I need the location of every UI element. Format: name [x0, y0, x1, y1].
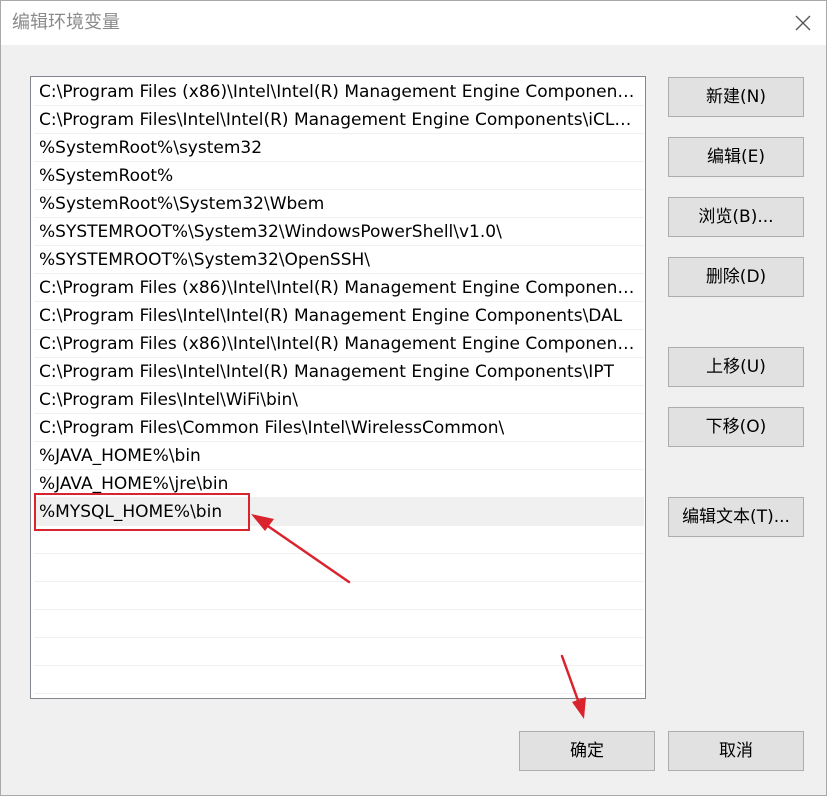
list-item[interactable]: C:\Program Files (x86)\Intel\Intel(R) Ma…: [34, 330, 644, 358]
list-item-empty[interactable]: [34, 526, 644, 554]
dialog-title: 编辑环境变量: [12, 12, 120, 33]
path-listbox[interactable]: C:\Program Files (x86)\Intel\Intel(R) Ma…: [30, 76, 646, 699]
list-item[interactable]: %SYSTEMROOT%\System32\WindowsPowerShell\…: [34, 218, 644, 246]
list-item[interactable]: C:\Program Files\Common Files\Intel\Wire…: [34, 414, 644, 442]
title-bar: 编辑环境变量: [1, 1, 826, 45]
list-item-empty[interactable]: [34, 666, 644, 694]
list-item-selected[interactable]: %MYSQL_HOME%\bin: [34, 498, 644, 526]
list-item[interactable]: %SystemRoot%\system32: [34, 134, 644, 162]
list-item-empty[interactable]: [34, 554, 644, 582]
edit-button[interactable]: 编辑(E): [668, 137, 804, 177]
list-item[interactable]: %JAVA_HOME%\jre\bin: [34, 470, 644, 498]
move-up-button[interactable]: 上移(U): [668, 347, 804, 387]
ok-button[interactable]: 确定: [519, 731, 655, 771]
list-item[interactable]: C:\Program Files\Intel\WiFi\bin\: [34, 386, 644, 414]
list-item-empty[interactable]: [34, 610, 644, 638]
list-item[interactable]: %JAVA_HOME%\bin: [34, 442, 644, 470]
list-item[interactable]: %SYSTEMROOT%\System32\OpenSSH\: [34, 246, 644, 274]
list-item[interactable]: C:\Program Files\Intel\Intel(R) Manageme…: [34, 106, 644, 134]
list-item[interactable]: C:\Program Files (x86)\Intel\Intel(R) Ma…: [34, 78, 644, 106]
list-item-empty[interactable]: [34, 582, 644, 610]
edit-env-variable-dialog: 编辑环境变量 C:\Program Files (x86)\Intel\Inte…: [0, 0, 827, 796]
list-item[interactable]: C:\Program Files\Intel\Intel(R) Manageme…: [34, 358, 644, 386]
close-button[interactable]: [780, 1, 826, 45]
list-item[interactable]: C:\Program Files\Intel\Intel(R) Manageme…: [34, 302, 644, 330]
list-item[interactable]: %SystemRoot%: [34, 162, 644, 190]
list-item[interactable]: %SystemRoot%\System32\Wbem: [34, 190, 644, 218]
edit-text-button[interactable]: 编辑文本(T)...: [668, 497, 804, 537]
list-item[interactable]: C:\Program Files (x86)\Intel\Intel(R) Ma…: [34, 274, 644, 302]
list-item-empty[interactable]: [34, 638, 644, 666]
browse-button[interactable]: 浏览(B)...: [668, 197, 804, 237]
delete-button[interactable]: 删除(D): [668, 257, 804, 297]
new-button[interactable]: 新建(N): [668, 77, 804, 117]
move-down-button[interactable]: 下移(O): [668, 407, 804, 447]
cancel-button[interactable]: 取消: [668, 731, 804, 771]
close-icon: [795, 15, 811, 31]
